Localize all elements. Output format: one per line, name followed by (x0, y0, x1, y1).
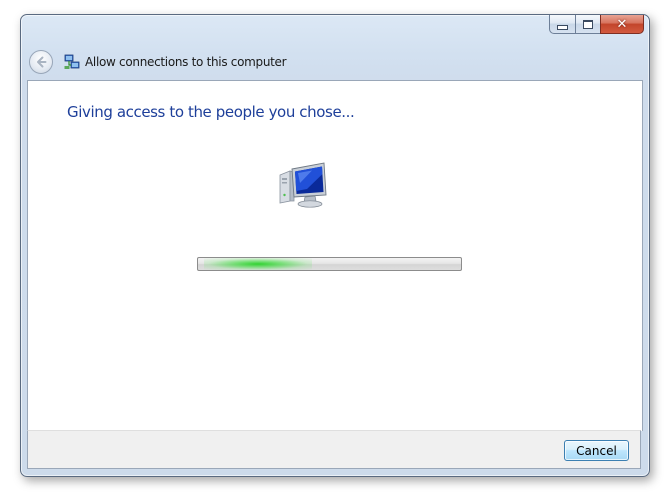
window-title: Allow connections to this computer (85, 55, 287, 69)
progress-indicator (204, 258, 312, 270)
maximize-icon (583, 19, 593, 29)
content-area: Giving access to the people you chose... (27, 80, 643, 431)
maximize-button[interactable] (575, 15, 600, 34)
computer-monitor-icon (279, 162, 327, 208)
back-arrow-icon (37, 56, 47, 68)
minimize-button[interactable] (549, 15, 575, 34)
footer-bar: Cancel (27, 430, 641, 469)
close-button[interactable]: ✕ (600, 15, 644, 34)
minimize-icon (557, 24, 568, 30)
progress-bar (197, 257, 462, 271)
navigation-row: Allow connections to this computer (29, 48, 287, 76)
caption-buttons: ✕ (549, 15, 644, 36)
wizard-window: ✕ Allow connections to this computer Giv… (20, 14, 650, 477)
network-icon (64, 54, 80, 69)
cancel-button[interactable]: Cancel (564, 440, 629, 461)
page-heading: Giving access to the people you chose... (67, 103, 355, 121)
back-button[interactable] (29, 50, 53, 74)
close-icon: ✕ (616, 16, 628, 32)
